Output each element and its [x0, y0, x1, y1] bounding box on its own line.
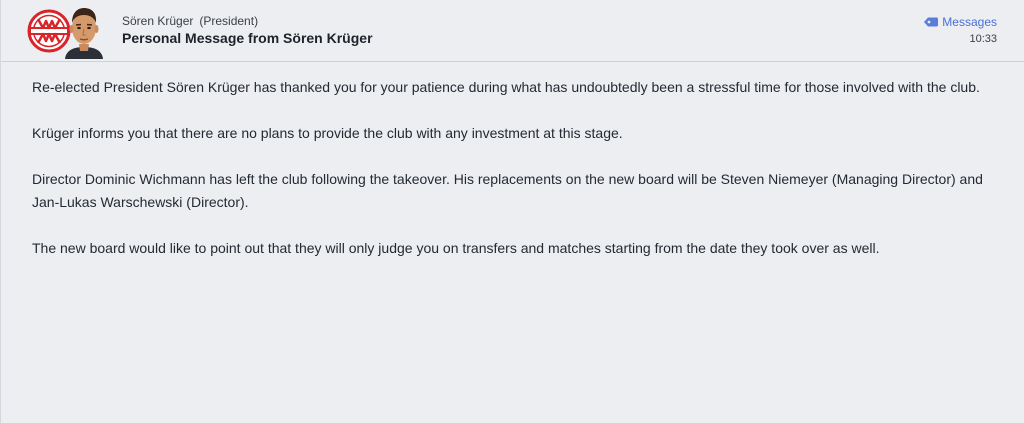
sender-line: Sören Krüger (President): [122, 14, 258, 28]
message-header: Sören Krüger (President) Personal Message…: [1, 0, 1024, 62]
message-subject: Personal Message from Sören Krüger: [122, 30, 373, 46]
messages-link[interactable]: Messages: [924, 15, 997, 29]
player-face-icon[interactable]: [62, 3, 106, 59]
message-paragraph: Krüger informs you that there are no pla…: [32, 125, 623, 141]
message-paragraph: Re-elected President Sören Krüger has th…: [32, 79, 980, 95]
sender-name[interactable]: Sören Krüger: [122, 14, 193, 28]
message-paragraph: Director Dominic Wichmann has left the c…: [32, 171, 983, 210]
message-paragraph: The new board would like to point out th…: [32, 240, 880, 256]
sender-role: (President): [199, 14, 259, 28]
message-time: 10:33: [969, 33, 997, 45]
message-panel: Sören Krüger (President) Personal Message…: [0, 0, 1024, 423]
message-body: Re-elected President Sören Krüger has th…: [32, 76, 1002, 283]
message-tag-icon: [924, 17, 939, 27]
messages-link-label[interactable]: Messages: [942, 15, 997, 29]
